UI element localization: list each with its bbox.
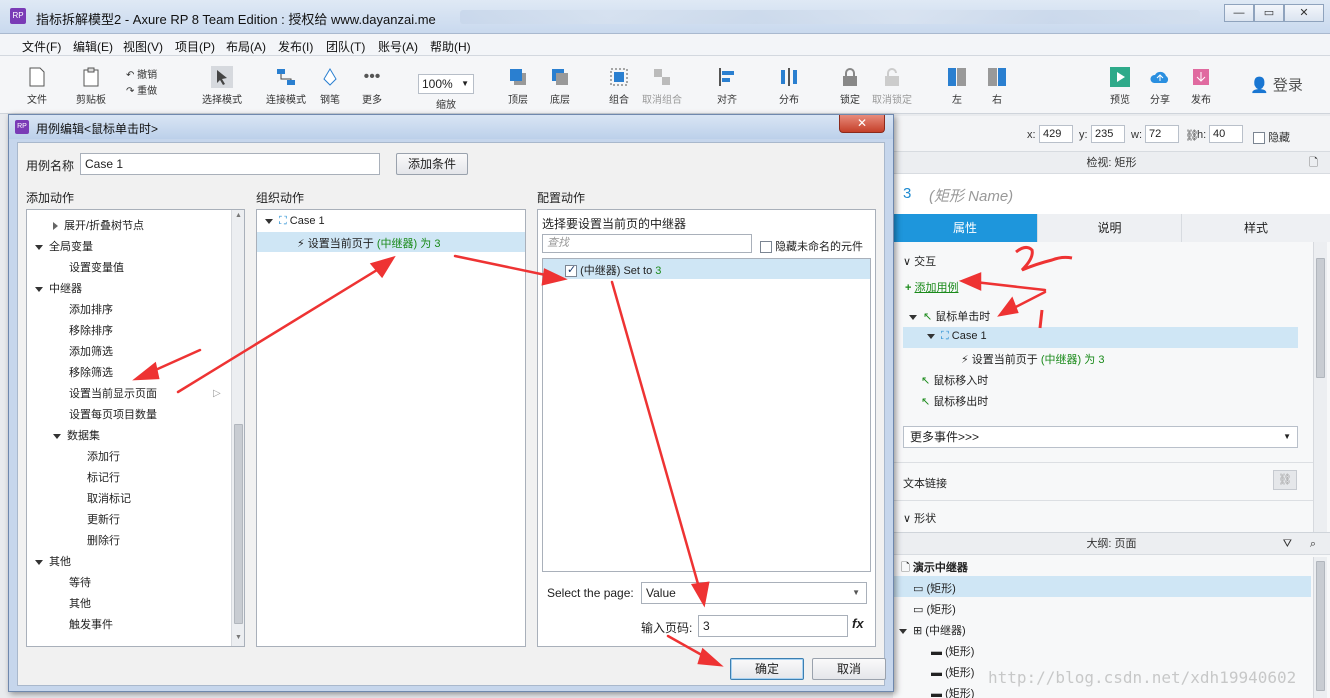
annotation-number-one [1038, 309, 1044, 329]
annotation-arrowhead [997, 296, 1019, 317]
annotation-arrowhead [541, 268, 568, 286]
watermark: http://blog.csdn.net/xdh19940602 [988, 668, 1297, 687]
annotation-arrowhead [369, 255, 396, 279]
annotation-overlay [132, 245, 1073, 667]
annotation-arrowhead [690, 581, 710, 608]
annotation-arrowhead [132, 361, 160, 381]
annotation-number-two [1015, 245, 1073, 272]
annotation-arrowhead [958, 272, 982, 291]
annotation-arrowhead [697, 647, 724, 667]
annotation-arrow [176, 260, 392, 394]
annotation-arrow [610, 280, 704, 600]
